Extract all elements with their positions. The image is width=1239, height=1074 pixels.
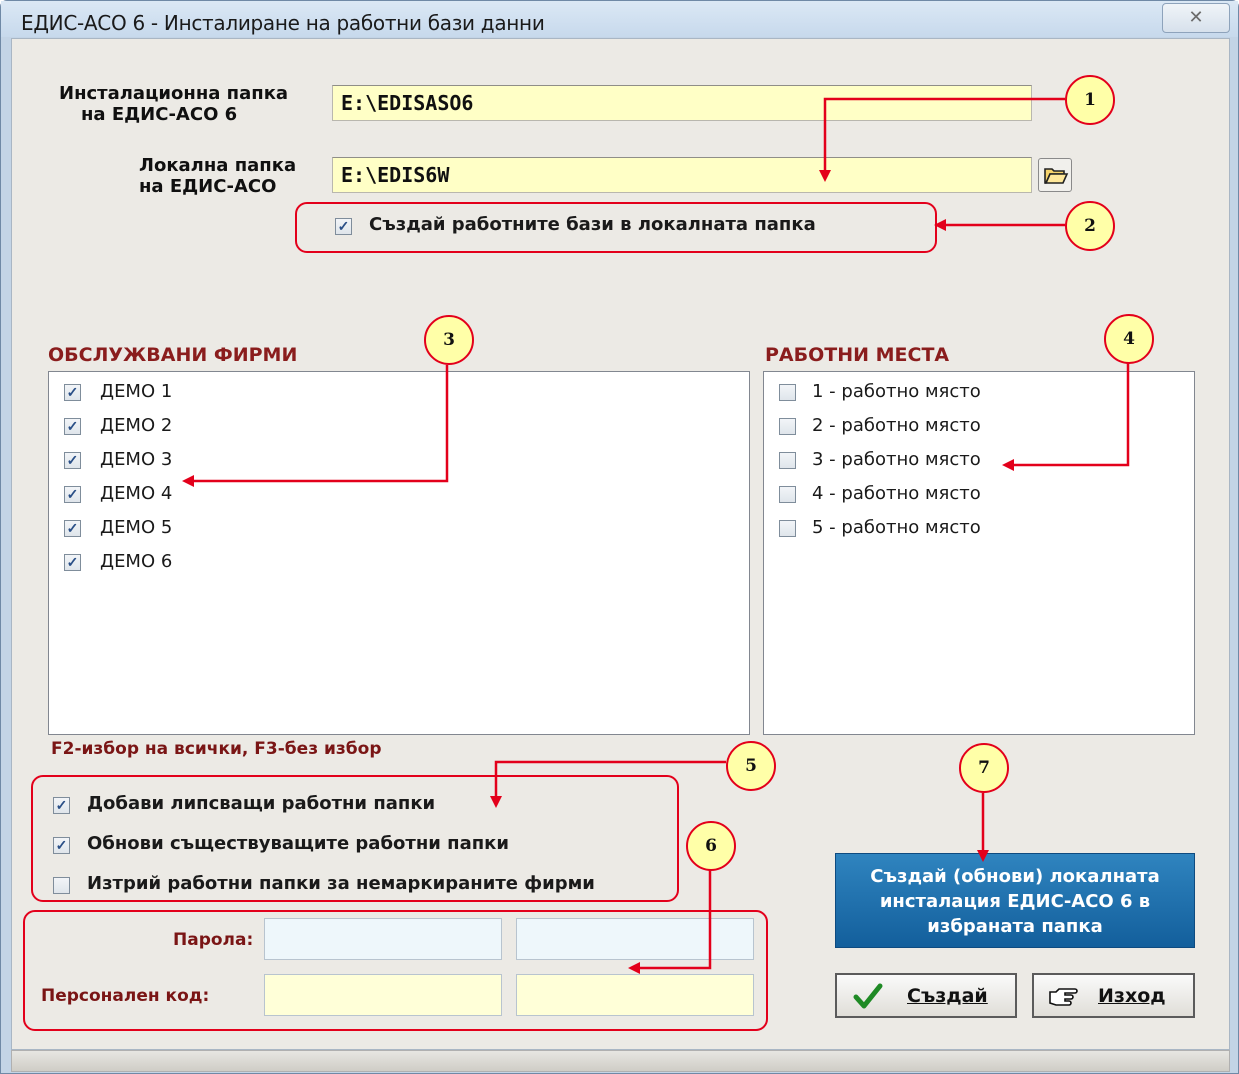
firm-checkbox[interactable]: ✓	[64, 554, 81, 571]
firm-checkbox[interactable]: ✓	[64, 520, 81, 537]
list-item-label: ДЕМО 5	[100, 517, 173, 538]
callout-marker-7: 7	[959, 743, 1009, 793]
callout-marker-4: 4	[1104, 314, 1154, 364]
workplace-checkbox[interactable]	[779, 486, 796, 503]
workplaces-header: РАБОТНИ МЕСТА	[765, 344, 950, 366]
list-item-label: 3 - работно място	[812, 449, 981, 470]
local-folder-field[interactable]: E:\EDIS6W	[332, 157, 1032, 193]
close-button[interactable]: ✕	[1162, 3, 1230, 33]
callout-marker-6: 6	[686, 821, 736, 871]
folder-open-icon	[1044, 168, 1069, 184]
workplace-checkbox[interactable]	[779, 452, 796, 469]
install-folder-field[interactable]: E:\EDISASO6	[332, 85, 1032, 121]
create-button[interactable]: Създай	[835, 973, 1017, 1018]
browse-folder-button[interactable]	[1038, 158, 1072, 192]
list-item-label: ДЕМО 6	[100, 551, 173, 572]
create-update-install-line2: инсталация ЕДИС-АСО 6 в	[879, 891, 1151, 912]
list-item-label: ДЕМО 3	[100, 449, 173, 470]
list-item-label: 5 - работно място	[812, 517, 981, 538]
firms-header: ОБСЛУЖВАНИ ФИРМИ	[48, 344, 298, 366]
callout-frame-5	[31, 775, 679, 902]
title-bar: ЕДИС-АСО 6 - Инсталиране на работни бази…	[1, 1, 1238, 37]
exit-button-label: Изход	[1098, 985, 1166, 1007]
create-update-install-line1: Създай (обнови) локалната	[870, 866, 1160, 887]
firm-checkbox[interactable]: ✓	[64, 384, 81, 401]
list-item-label: ДЕМО 2	[100, 415, 173, 436]
callout-marker-3: 3	[424, 315, 474, 365]
callout-frame-2	[295, 202, 937, 253]
checkmark-icon	[853, 983, 883, 1009]
callout-marker-1: 1	[1065, 75, 1115, 125]
firm-checkbox[interactable]: ✓	[64, 418, 81, 435]
list-item-label: ДЕМО 4	[100, 483, 173, 504]
status-bar	[11, 1050, 1230, 1072]
list-item-label: 2 - работно място	[812, 415, 981, 436]
install-folder-label-line2: на ЕДИС-АСО 6	[81, 104, 238, 125]
list-item-label: ДЕМО 1	[100, 381, 173, 402]
workplace-checkbox[interactable]	[779, 384, 796, 401]
list-item-label: 4 - работно място	[812, 483, 981, 504]
create-update-install-line3: избраната папка	[927, 916, 1103, 937]
install-folder-label-line1: Инсталационна папка	[59, 83, 289, 104]
selection-hint: F2-избор на всички, F3-без избор	[51, 739, 382, 759]
callout-marker-2: 2	[1065, 201, 1115, 251]
callout-marker-5: 5	[726, 741, 776, 791]
firm-checkbox[interactable]: ✓	[64, 452, 81, 469]
install-folder-label: Инсталационна папка на ЕДИС-АСО 6	[59, 83, 288, 125]
workplace-checkbox[interactable]	[779, 418, 796, 435]
list-item-label: 1 - работно място	[812, 381, 981, 402]
window-title: ЕДИС-АСО 6 - Инсталиране на работни бази…	[21, 11, 545, 35]
callout-frame-6	[23, 910, 768, 1031]
pointing-hand-icon	[1049, 988, 1078, 1006]
create-button-label: Създай	[907, 985, 988, 1007]
local-folder-label-line1: Локална папка	[139, 155, 297, 176]
workplace-checkbox[interactable]	[779, 520, 796, 537]
firm-checkbox[interactable]: ✓	[64, 486, 81, 503]
local-folder-label: Локална папка на ЕДИС-АСО	[139, 155, 296, 197]
create-update-install-button[interactable]: Създай (обнови) локалната инсталация ЕДИ…	[835, 853, 1195, 948]
local-folder-label-line2: на ЕДИС-АСО	[139, 176, 277, 197]
exit-button[interactable]: Изход	[1032, 973, 1195, 1018]
